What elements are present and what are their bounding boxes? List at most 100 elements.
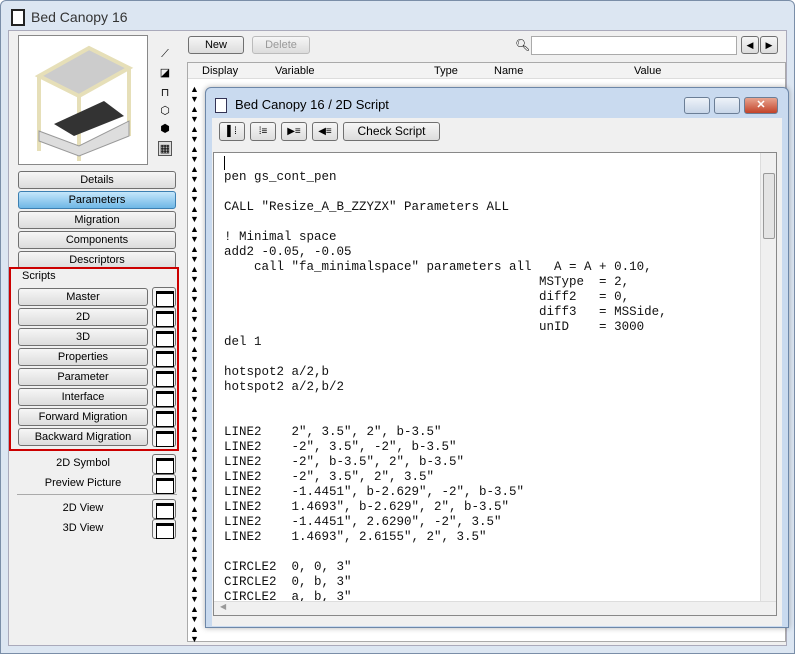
reorder-handle-icon[interactable]: ▲ ▼ — [190, 204, 199, 224]
new-button[interactable]: New — [188, 36, 244, 54]
delete-button[interactable]: Delete — [252, 36, 310, 54]
tab-migration[interactable]: Migration — [18, 211, 176, 229]
separator — [17, 494, 177, 495]
open-3d-window-icon[interactable] — [152, 327, 176, 347]
code-line: CIRCLE2 0, b, 3" — [224, 575, 352, 589]
code-line: del 1 — [224, 335, 262, 349]
open-3d-view-window-icon[interactable] — [152, 519, 176, 539]
script-properties-button[interactable]: Properties — [18, 348, 148, 366]
script-forward-migration-button[interactable]: Forward Migration — [18, 408, 148, 426]
comment-icon[interactable]: ▌⁞ — [219, 122, 245, 141]
reorder-handle-icon[interactable]: ▲ ▼ — [190, 284, 199, 304]
reorder-handle-icon[interactable]: ▲ ▼ — [190, 324, 199, 344]
reorder-handle-icon[interactable]: ▲ ▼ — [190, 84, 199, 104]
open-interface-window-icon[interactable] — [152, 387, 176, 407]
reorder-handle-icon[interactable]: ▲ ▼ — [190, 624, 199, 644]
open-2d-symbol-window-icon[interactable] — [152, 454, 176, 474]
script-parameter-button[interactable]: Parameter — [18, 368, 148, 386]
preview-picture-label: Preview Picture — [44, 477, 122, 489]
reorder-handle-icon[interactable]: ▲ ▼ — [190, 224, 199, 244]
preview-image — [18, 35, 148, 165]
reorder-handle-icon[interactable]: ▲ ▼ — [190, 444, 199, 464]
close-button[interactable]: ✕ — [744, 97, 778, 114]
script-editor[interactable]: pen gs_cont_pen CALL "Resize_A_B_ZZYZX" P… — [213, 152, 777, 616]
open-parameter-window-icon[interactable] — [152, 367, 176, 387]
open-preview-picture-window-icon[interactable] — [152, 474, 176, 494]
reorder-handle-icon[interactable]: ▲ ▼ — [190, 164, 199, 184]
reorder-handle-icon[interactable]: ▲ ▼ — [190, 364, 199, 384]
reorder-handle-icon[interactable]: ▲ ▼ — [190, 564, 199, 584]
code-line: add2 -0.05, -0.05 — [224, 245, 352, 259]
reorder-handle-icon[interactable]: ▲ ▼ — [190, 384, 199, 404]
scrollbar-thumb[interactable] — [763, 173, 775, 239]
open-backward-migration-window-icon[interactable] — [152, 427, 176, 447]
indent-icon[interactable]: ▶≡ — [281, 122, 307, 141]
tab-components[interactable]: Components — [18, 231, 176, 249]
code-line: LINE2 1.4693", b-2.629", 2", b-3.5" — [224, 500, 510, 514]
reorder-handle-icon[interactable]: ▲ ▼ — [190, 544, 199, 564]
reorder-handle-icon[interactable]: ▲ ▼ — [190, 464, 199, 484]
prev-button[interactable]: ◀ — [741, 36, 759, 54]
col-name[interactable]: Name — [494, 65, 523, 77]
elevation-icon[interactable]: ⊓ — [158, 86, 172, 99]
bed-canopy-preview — [34, 45, 134, 161]
horizontal-scrollbar[interactable]: ◀ — [214, 601, 776, 615]
wireframe-3d-icon[interactable]: ⬡ — [158, 104, 172, 117]
reorder-handle-icon[interactable]: ▲ ▼ — [190, 484, 199, 504]
minimize-button[interactable] — [684, 97, 710, 114]
uncomment-icon[interactable]: ⁞≡ — [250, 122, 276, 141]
reorder-handle-icon[interactable]: ▲ ▼ — [190, 104, 199, 124]
reorder-handle-icon[interactable]: ▲ ▼ — [190, 524, 199, 544]
reorder-handle-icon[interactable]: ▲ ▼ — [190, 344, 199, 364]
reorder-handle-icon[interactable]: ▲ ▼ — [190, 304, 199, 324]
col-display[interactable]: Display — [202, 65, 238, 77]
open-2d-window-icon[interactable] — [152, 307, 176, 327]
reorder-handle-icon[interactable]: ▲ ▼ — [190, 244, 199, 264]
reorder-handle-icon[interactable]: ▲ ▼ — [190, 584, 199, 604]
script-backward-migration-button[interactable]: Backward Migration — [18, 428, 148, 446]
reorder-handle-icon[interactable]: ▲ ▼ — [190, 404, 199, 424]
code-line: CALL "Resize_A_B_ZZYZX" Parameters ALL — [224, 200, 510, 214]
open-forward-migration-window-icon[interactable] — [152, 407, 176, 427]
floor-plan-icon[interactable]: ⟋ — [158, 48, 172, 61]
next-button[interactable]: ▶ — [760, 36, 778, 54]
open-2d-view-window-icon[interactable] — [152, 499, 176, 519]
script-3d-button[interactable]: 3D — [18, 328, 148, 346]
tab-details[interactable]: Details — [18, 171, 176, 189]
col-type[interactable]: Type — [434, 65, 458, 77]
outdent-icon[interactable]: ◀≡ — [312, 122, 338, 141]
section-icon[interactable]: ◪ — [158, 66, 172, 79]
reorder-handle-icon[interactable]: ▲ ▼ — [190, 504, 199, 524]
open-master-window-icon[interactable] — [152, 287, 176, 307]
shaded-3d-icon[interactable]: ⬢ — [158, 122, 172, 135]
script-interface-button[interactable]: Interface — [18, 388, 148, 406]
col-variable[interactable]: Variable — [275, 65, 315, 77]
maximize-button[interactable] — [714, 97, 740, 114]
preview-picture-icon[interactable]: ▦ — [158, 141, 172, 156]
vertical-scrollbar[interactable] — [760, 153, 776, 601]
code-line: pen gs_cont_pen — [224, 170, 337, 184]
reorder-handle-icon[interactable]: ▲ ▼ — [190, 124, 199, 144]
search-icon: 🔍︎ — [515, 38, 531, 52]
script-master-button[interactable]: Master — [18, 288, 148, 306]
reorder-handle-icon[interactable]: ▲ ▼ — [190, 144, 199, 164]
library-part-icon — [11, 9, 25, 26]
script-2d-button[interactable]: 2D — [18, 308, 148, 326]
open-properties-window-icon[interactable] — [152, 347, 176, 367]
col-value[interactable]: Value — [634, 65, 661, 77]
tab-parameters[interactable]: Parameters — [18, 191, 176, 209]
check-script-button[interactable]: Check Script — [343, 122, 440, 141]
reorder-handle-icon[interactable]: ▲ ▼ — [190, 604, 199, 624]
code-line: LINE2 -1.4451", b-2.629", -2", b-3.5" — [224, 485, 525, 499]
code-line: LINE2 2", 3.5", 2", b-3.5" — [224, 425, 442, 439]
code-line: ! Minimal space — [224, 230, 337, 244]
reorder-handle-icon[interactable]: ▲ ▼ — [190, 184, 199, 204]
2d-view-label: 2D View — [62, 502, 104, 514]
search-input[interactable] — [531, 36, 737, 55]
reorder-handle-icon[interactable]: ▲ ▼ — [190, 424, 199, 444]
reorder-handle-icon[interactable]: ▲ ▼ — [190, 264, 199, 284]
